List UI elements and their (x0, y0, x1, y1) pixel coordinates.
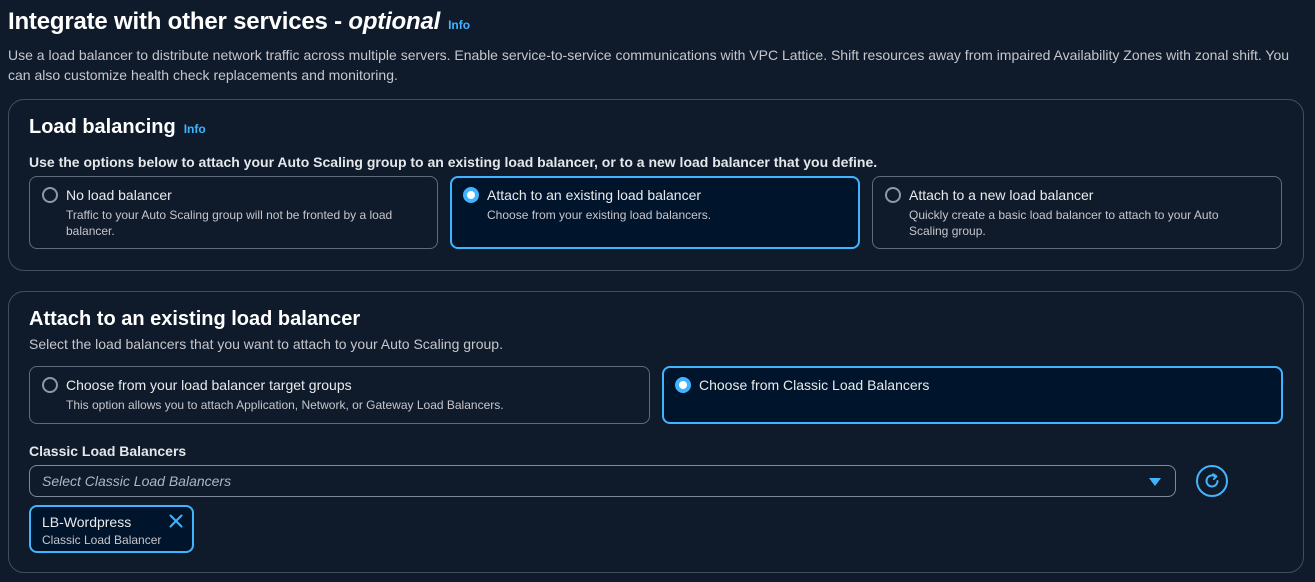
option-description: Traffic to your Auto Scaling group will … (66, 208, 393, 238)
token-name: LB-Wordpress (42, 514, 132, 530)
radio-target-groups[interactable] (42, 377, 58, 393)
optional-label: optional (348, 8, 441, 35)
option-attach-new-load-balancer[interactable]: Attach to a new load balancer Quickly cr… (872, 176, 1282, 249)
section-info-link[interactable]: Info (448, 18, 470, 32)
option-description: This option allows you to attach Applica… (66, 398, 504, 412)
option-target-groups[interactable]: Choose from your load balancer target gr… (29, 366, 650, 424)
option-label: Attach to a new load balancer (909, 187, 1094, 203)
section-title: Integrate with other services - optional (8, 8, 441, 35)
existing-load-balancer-panel: Attach to an existing load balancer Sele… (8, 291, 1304, 573)
load-balancing-heading: Load balancing Info (29, 116, 206, 139)
existing-load-balancer-heading: Attach to an existing load balancer (29, 308, 360, 331)
option-description: Choose from your existing load balancers… (487, 208, 712, 222)
option-label: Choose from Classic Load Balancers (699, 377, 930, 393)
load-balancing-panel: Load balancing Info Use the options belo… (8, 99, 1304, 271)
select-placeholder: Select Classic Load Balancers (42, 473, 232, 489)
section-header: Integrate with other services - optional… (8, 8, 1308, 85)
radio-no-load-balancer[interactable] (42, 187, 58, 203)
option-classic-load-balancers[interactable]: Choose from Classic Load Balancers (662, 366, 1283, 424)
section-heading: Integrate with other services - optional… (8, 8, 1308, 36)
refresh-button[interactable] (1196, 465, 1228, 497)
option-label: Attach to an existing load balancer (487, 187, 702, 203)
option-label: Choose from your load balancer target gr… (66, 377, 352, 393)
radio-attach-existing-load-balancer[interactable] (463, 187, 479, 203)
load-balancing-instruction: Use the options below to attach your Aut… (29, 154, 878, 170)
section-description: Use a load balancer to distribute networ… (8, 47, 1290, 83)
option-attach-existing-load-balancer[interactable]: Attach to an existing load balancer Choo… (450, 176, 860, 249)
load-balancing-title: Load balancing (29, 116, 176, 138)
option-no-load-balancer[interactable]: No load balancer Traffic to your Auto Sc… (29, 176, 438, 249)
radio-attach-new-load-balancer[interactable] (885, 187, 901, 203)
load-balancing-info-link[interactable]: Info (184, 122, 206, 136)
existing-load-balancer-description: Select the load balancers that you want … (29, 336, 503, 352)
option-label: No load balancer (66, 187, 172, 203)
caret-down-icon (1149, 478, 1161, 486)
radio-classic-load-balancers[interactable] (675, 377, 691, 393)
existing-load-balancer-title: Attach to an existing load balancer (29, 308, 361, 330)
token-type: Classic Load Balancer (42, 533, 162, 547)
selected-token: LB-Wordpress Classic Load Balancer (29, 505, 194, 553)
option-description: Quickly create a basic load balancer to … (909, 208, 1219, 238)
refresh-icon (1205, 473, 1219, 488)
close-icon[interactable] (168, 513, 184, 529)
classic-load-balancers-select[interactable]: Select Classic Load Balancers (29, 465, 1176, 497)
classic-load-balancers-label: Classic Load Balancers (29, 443, 187, 459)
